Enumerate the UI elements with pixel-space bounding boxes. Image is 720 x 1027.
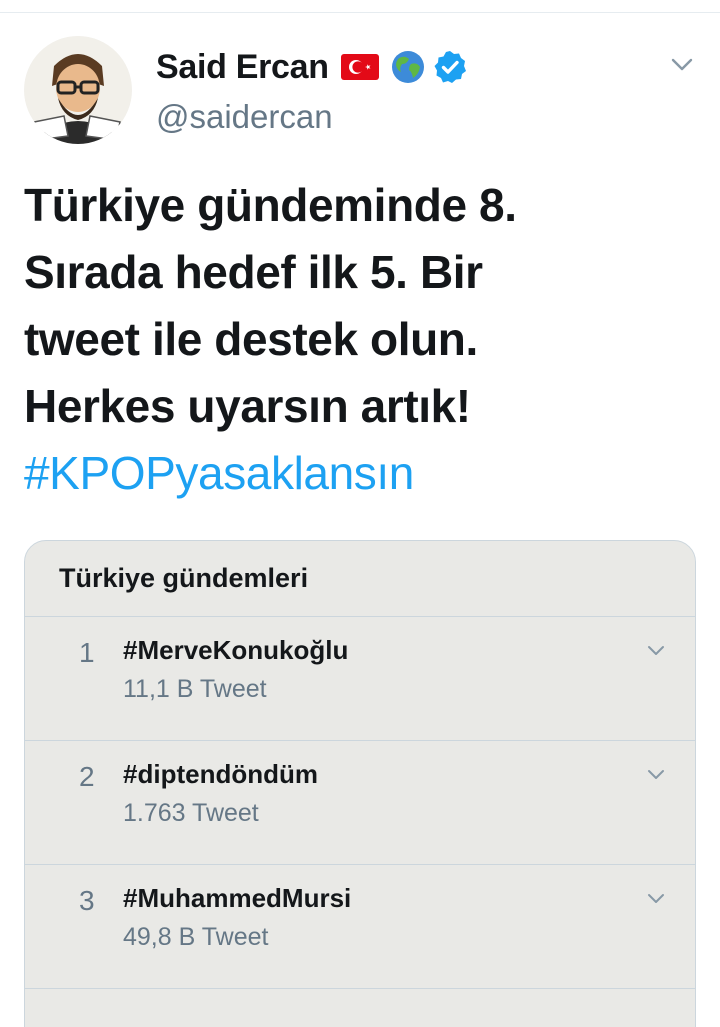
- tweet-text-line: Herkes uyarsın artık!: [24, 380, 471, 432]
- top-divider: [0, 12, 720, 13]
- tweet-text-line: tweet ile destek olun.: [24, 313, 478, 365]
- hashtag-link[interactable]: #KPOPyasaklansın: [24, 440, 696, 507]
- user-handle[interactable]: @saidercan: [156, 98, 467, 136]
- user-names: Said Ercan @saidercan: [156, 42, 467, 136]
- trend-hashtag[interactable]: #diptendöndüm: [123, 759, 318, 790]
- globe-icon: [391, 50, 425, 84]
- trend-rank: 3: [79, 885, 95, 916]
- avatar[interactable]: [24, 36, 132, 144]
- tweet-body: Türkiye gündeminde 8. Sırada hedef ilk 5…: [24, 172, 696, 507]
- more-options-chevron-icon[interactable]: [668, 50, 696, 78]
- tweet-text-line: Türkiye gündeminde 8.: [24, 179, 517, 231]
- trends-card[interactable]: Türkiye gündemleri 1 #MerveKonukoğlu 11,…: [24, 540, 696, 1027]
- chevron-down-icon[interactable]: [645, 763, 667, 785]
- trend-hashtag[interactable]: #MerveKonukoğlu: [123, 635, 348, 666]
- trend-item[interactable]: 3 #MuhammedMursi 49,8 B Tweet: [25, 865, 695, 989]
- trend-rank: 1: [79, 637, 95, 668]
- trend-item[interactable]: 1 #MerveKonukoğlu 11,1 B Tweet: [25, 617, 695, 741]
- turkey-flag-icon: [340, 54, 379, 80]
- display-name-row: Said Ercan: [156, 42, 467, 92]
- trend-rank: 2: [79, 761, 95, 792]
- tweet-text-line: Sırada hedef ilk 5. Bir: [24, 246, 483, 298]
- chevron-down-icon[interactable]: [645, 639, 667, 661]
- chevron-down-icon[interactable]: [645, 887, 667, 909]
- trend-item[interactable]: 2 #diptendöndüm 1.763 Tweet: [25, 741, 695, 865]
- trend-tweet-count: 1.763 Tweet: [123, 799, 259, 827]
- display-name[interactable]: Said Ercan: [156, 48, 329, 87]
- tweet-header: Said Ercan @saidercan: [24, 36, 696, 146]
- verified-badge-icon: [433, 50, 467, 84]
- trend-tweet-count: 49,8 B Tweet: [123, 923, 269, 951]
- trends-card-title: Türkiye gündemleri: [25, 541, 695, 617]
- trend-tweet-count: 11,1 B Tweet: [123, 675, 267, 703]
- trend-hashtag[interactable]: #MuhammedMursi: [123, 883, 351, 914]
